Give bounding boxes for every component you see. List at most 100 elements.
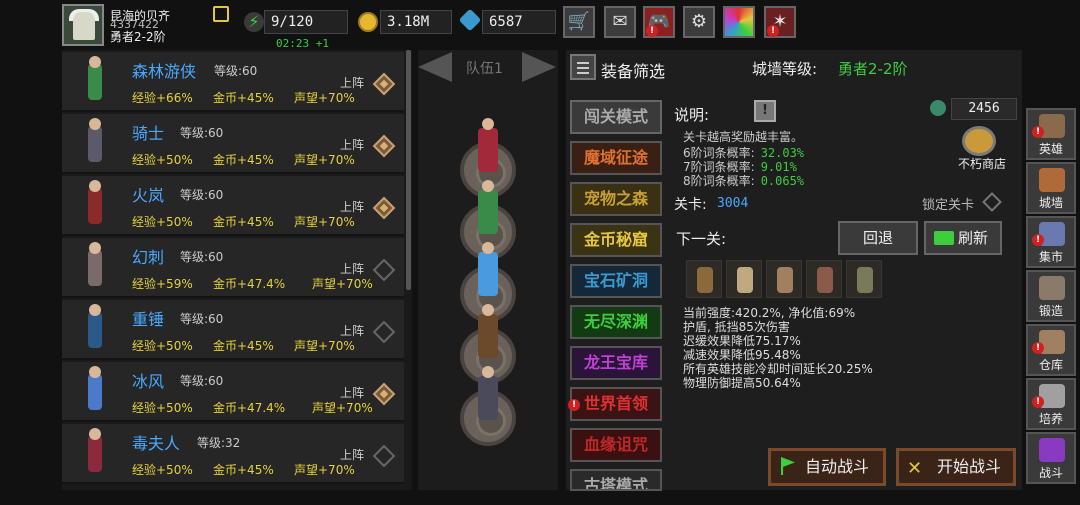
side-nav-market[interactable]: 集市! xyxy=(1026,216,1076,268)
mode-button[interactable]: 魔域征途 xyxy=(570,141,662,175)
hero-fame-bonus: 声望+70% xyxy=(294,215,355,229)
gem-shop-icon xyxy=(930,100,946,116)
side-nav-label: 战斗 xyxy=(1038,466,1063,480)
enemy-portrait xyxy=(806,260,842,298)
edit-icon[interactable] xyxy=(213,6,229,22)
hero-level: 等级:60 xyxy=(180,188,224,202)
gem-value: 6587 xyxy=(482,10,556,34)
hero-deploy-toggle[interactable] xyxy=(372,134,396,158)
hero-level: 等级:60 xyxy=(180,250,224,264)
hero-deploy-label[interactable]: 上阵 xyxy=(340,384,364,401)
hero-sprite xyxy=(74,118,118,170)
hero-row[interactable]: 幻刺 等级:60 经验+59% 金币+47.4% 声望+70% 上阵 xyxy=(62,238,404,298)
side-nav-portal[interactable]: 战斗 xyxy=(1026,432,1076,484)
settings-icon[interactable]: ⚙ xyxy=(683,6,715,38)
enemy-portrait xyxy=(766,260,802,298)
mode-button[interactable]: 宝石矿洞 xyxy=(570,264,662,298)
start-battle-label: 开始战斗 xyxy=(937,457,1002,476)
stage-value: 3004 xyxy=(717,196,749,211)
auto-battle-button[interactable]: 自动战斗 xyxy=(768,448,886,486)
side-nav-label: 城墙 xyxy=(1038,196,1063,210)
gold-value: 3.18M xyxy=(380,10,452,34)
hero-row[interactable]: 森林游侠 等级:60 经验+66% 金币+45% 声望+70% 上阵 xyxy=(62,52,404,112)
mail-icon[interactable]: ✉ xyxy=(604,6,636,38)
cart-icon[interactable]: 🛒 xyxy=(563,6,595,38)
hero-fame-bonus: 声望+70% xyxy=(312,277,373,291)
description-intro: 关卡越高奖励越丰富。 xyxy=(683,130,804,144)
team-column xyxy=(418,50,558,490)
side-nav-training[interactable]: 培养! xyxy=(1026,378,1076,430)
hero-level: 等级:60 xyxy=(180,374,224,388)
hero-row[interactable]: 重锤 等级:60 经验+50% 金币+45% 声望+70% 上阵 xyxy=(62,300,404,360)
immortal-shop-label[interactable]: 不朽商店 xyxy=(958,155,1006,172)
mode-button[interactable]: 龙王宝库 xyxy=(570,346,662,380)
side-nav-anvil[interactable]: 锻造 xyxy=(1026,270,1076,322)
filter-label[interactable]: 装备筛选 xyxy=(601,58,665,82)
side-nav-label: 培养 xyxy=(1038,412,1063,426)
mode-button[interactable]: 闯关模式 xyxy=(570,100,662,134)
gamepad-badge: ! xyxy=(646,25,658,37)
hero-name: 冰风 xyxy=(132,372,165,391)
hero-list-scrollbar[interactable] xyxy=(406,50,411,290)
hero-fame-bonus: 声望+70% xyxy=(294,153,355,167)
color-wheel-icon[interactable] xyxy=(723,6,755,38)
anvil-icon xyxy=(1039,276,1065,300)
hero-deploy-toggle[interactable] xyxy=(372,320,396,344)
info-icon[interactable]: ! xyxy=(754,100,776,122)
hero-deploy-label[interactable]: 上阵 xyxy=(340,198,364,215)
hero-deploy-toggle[interactable] xyxy=(372,382,396,406)
hero-gold-bonus: 金币+45% xyxy=(213,463,274,477)
hero-exp-bonus: 经验+50% xyxy=(132,215,193,229)
hero-name: 毒夫人 xyxy=(132,434,181,453)
enemy-portrait xyxy=(726,260,762,298)
portal-icon xyxy=(1039,438,1065,462)
mode-button[interactable]: 血缘诅咒 xyxy=(570,428,662,462)
team-hero-sprite xyxy=(478,118,498,172)
start-battle-button[interactable]: ✕ 开始战斗 xyxy=(896,448,1016,486)
mode-button[interactable]: 无尽深渊 xyxy=(570,305,662,339)
mode-button[interactable]: 金币秘窟 xyxy=(570,223,662,257)
hero-deploy-label[interactable]: 上阵 xyxy=(340,74,364,91)
hero-row[interactable]: 冰风 等级:60 经验+50% 金币+47.4% 声望+70% 上阵 xyxy=(62,362,404,422)
enemy-portrait xyxy=(686,260,722,298)
hero-name: 重锤 xyxy=(132,310,165,329)
hero-list[interactable]: 森林游侠 等级:60 经验+66% 金币+45% 声望+70% 上阵 骑士 等级:60 经验+5… xyxy=(62,50,412,490)
hero-deploy-toggle[interactable] xyxy=(372,444,396,468)
immortal-shop-icon[interactable] xyxy=(962,126,996,156)
mode-button[interactable]: 世界首领 xyxy=(570,387,662,421)
filter-menu-icon[interactable] xyxy=(570,54,596,80)
probability-label: 8阶词条概率: xyxy=(683,174,755,188)
hero-sprite xyxy=(74,180,118,232)
hero-sprite xyxy=(74,56,118,108)
hero-deploy-label[interactable]: 上阵 xyxy=(340,260,364,277)
hero-sprite xyxy=(74,366,118,418)
mode-button[interactable]: 宠物之森 xyxy=(570,182,662,216)
side-nav-wall[interactable]: 城墙 xyxy=(1026,162,1076,214)
team-label: 队伍1 xyxy=(466,61,503,77)
gem-icon xyxy=(458,8,482,32)
hero-deploy-label[interactable]: 上阵 xyxy=(340,446,364,463)
hero-deploy-label[interactable]: 上阵 xyxy=(340,322,364,339)
hero-deploy-label[interactable]: 上阵 xyxy=(340,136,364,153)
side-nav-hero[interactable]: 英雄! xyxy=(1026,108,1076,160)
hero-sprite xyxy=(74,304,118,356)
hero-deploy-toggle[interactable] xyxy=(372,72,396,96)
back-button[interactable]: 回退 xyxy=(838,221,918,255)
team-hero-sprite xyxy=(478,180,498,234)
next-stage-label: 下一关: xyxy=(676,230,727,248)
hero-row[interactable]: 骑士 等级:60 经验+50% 金币+45% 声望+70% 上阵 xyxy=(62,114,404,174)
hero-row[interactable]: 毒夫人 等级:32 经验+50% 金币+45% 声望+70% 上阵 xyxy=(62,424,404,484)
hero-fame-bonus: 声望+70% xyxy=(294,463,355,477)
alert-badge: ! xyxy=(1032,396,1044,408)
hero-deploy-toggle[interactable] xyxy=(372,196,396,220)
side-nav-warehouse[interactable]: 仓库! xyxy=(1026,324,1076,376)
hero-name: 骑士 xyxy=(132,124,165,143)
hero-sprite xyxy=(74,242,118,294)
refresh-button[interactable]: 刷新 xyxy=(924,221,1002,255)
side-nav-label: 锻造 xyxy=(1038,304,1063,318)
mode-button[interactable]: 古塔模式 xyxy=(570,469,662,491)
wall-level-label: 城墙等级: xyxy=(752,60,818,78)
hero-deploy-toggle[interactable] xyxy=(372,258,396,282)
player-avatar[interactable] xyxy=(62,4,104,46)
hero-row[interactable]: 火岚 等级:60 经验+50% 金币+45% 声望+70% 上阵 xyxy=(62,176,404,236)
